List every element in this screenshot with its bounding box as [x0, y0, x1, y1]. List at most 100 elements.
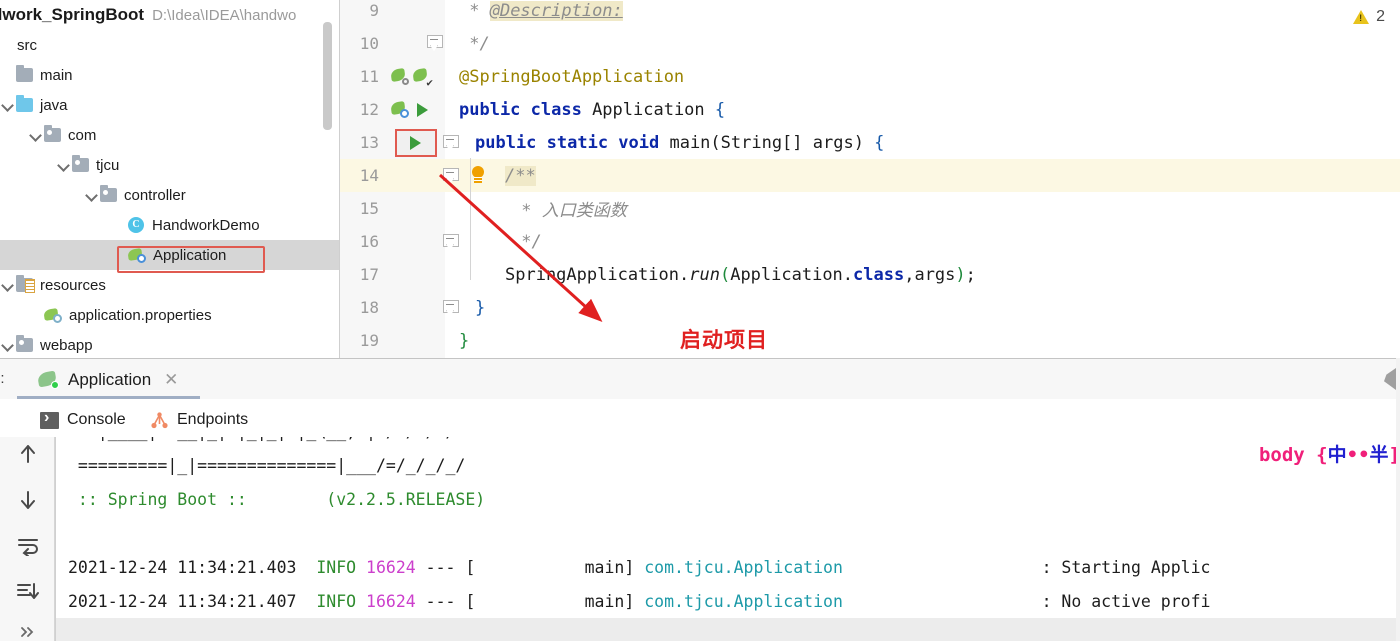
- spring-bean-search-icon[interactable]: [391, 68, 409, 86]
- chevron-down-icon[interactable]: [0, 337, 16, 353]
- console-line: 2021-12-24 11:34:21.407 INFO 16624 --- […: [68, 585, 1210, 619]
- gutter-slot[interactable]: [385, 159, 484, 192]
- run-tool-window: n: Application ✕ Console: [0, 358, 1400, 641]
- console-scrollbar[interactable]: [1396, 358, 1400, 641]
- gutter-slot[interactable]: [385, 27, 445, 60]
- code-line[interactable]: 13 public static void main(String[] args…: [340, 126, 1400, 159]
- console-segment-green: INFO: [316, 558, 357, 577]
- code-line[interactable]: 9 * @Description:: [340, 0, 1400, 27]
- tree-item-label: Application: [153, 246, 227, 264]
- package-folder-icon: [16, 335, 33, 352]
- project-title-row[interactable]: dwork_SpringBoot D:\Idea\IDEA\handwo: [0, 0, 340, 30]
- run-tab-bar: n: Application ✕: [0, 358, 1400, 399]
- tree-item-label: src: [17, 36, 37, 54]
- console-segment-plain: --- [ main]: [415, 592, 645, 611]
- tree-item-resources[interactable]: resources: [0, 270, 340, 300]
- console-line: |____| .__|_| |_|_| |_\__, | / / / /: [68, 437, 456, 449]
- gutter-slot[interactable]: [385, 258, 445, 291]
- gutter-slot[interactable]: [385, 93, 445, 126]
- code-line[interactable]: 18 }: [340, 291, 1400, 324]
- chevron-down-icon[interactable]: [56, 157, 72, 173]
- scroll-up-icon[interactable]: [0, 437, 55, 471]
- subtab-endpoints[interactable]: Endpoints: [150, 407, 248, 433]
- gutter-slot[interactable]: [385, 192, 445, 225]
- code-line[interactable]: 10 */: [340, 27, 1400, 60]
- code-description-tag: @Description:: [489, 0, 623, 21]
- spring-properties-icon: [44, 307, 62, 323]
- line-number: 9: [369, 1, 379, 21]
- project-tool-window[interactable]: dwork_SpringBoot D:\Idea\IDEA\handwo src…: [0, 0, 340, 358]
- fold-marker-icon[interactable]: [427, 35, 443, 52]
- close-icon[interactable]: ✕: [164, 370, 178, 390]
- watermark-overlay: body {中••半]: [1259, 440, 1400, 467]
- watermark-dots: ••: [1346, 444, 1370, 466]
- console-segment-plain: 2021-12-24 11:34:21.403: [68, 558, 317, 577]
- chevron-down-icon[interactable]: [0, 97, 16, 113]
- line-number: 15: [359, 199, 379, 219]
- code-brace: {: [714, 99, 726, 120]
- run-main-icon[interactable]: [410, 136, 421, 151]
- subtab-console[interactable]: Console: [40, 407, 126, 433]
- more-options-icon[interactable]: [0, 615, 55, 641]
- tree-item-label: resources: [40, 276, 106, 294]
- run-tab-label: Application: [68, 369, 152, 389]
- warning-count: 2: [1376, 8, 1385, 25]
- tree-item-label: controller: [124, 186, 186, 204]
- code-semicolon: ;: [965, 264, 976, 285]
- soft-wrap-icon[interactable]: [0, 529, 55, 563]
- gutter-slot[interactable]: [385, 291, 459, 324]
- watermark-body: body: [1258, 444, 1305, 466]
- code-line[interactable]: 15 * 入口类函数: [340, 192, 1400, 225]
- inspection-warning-badge[interactable]: 2: [1353, 8, 1385, 26]
- console-output[interactable]: |____| .__|_| |_|_| |_\__, | / / / / ===…: [56, 437, 1400, 641]
- tree-item-application[interactable]: Application: [0, 240, 340, 270]
- code-line-current[interactable]: 14 /**: [340, 159, 1400, 193]
- scroll-down-icon[interactable]: [0, 483, 55, 517]
- code-line[interactable]: 19 }: [340, 324, 1400, 357]
- fold-marker-icon[interactable]: [443, 135, 459, 152]
- gutter-slot[interactable]: [385, 324, 445, 357]
- top-area: dwork_SpringBoot D:\Idea\IDEA\handwo src…: [0, 0, 1400, 358]
- package-folder-icon: [100, 185, 117, 202]
- project-tree-scrollbar[interactable]: [323, 22, 332, 130]
- chevron-down-icon[interactable]: [28, 127, 44, 143]
- run-subtab-bar: Console Endpoints: [0, 399, 1400, 476]
- indent-guide: [470, 158, 471, 280]
- tree-item-src[interactable]: src: [0, 30, 340, 60]
- chevron-down-icon[interactable]: [84, 187, 100, 203]
- spring-boot-config-icon[interactable]: [391, 101, 409, 119]
- tree-item-main[interactable]: main: [0, 60, 340, 90]
- tree-item-com[interactable]: com: [0, 120, 340, 150]
- code-line[interactable]: 11 @SpringBootApplication: [340, 60, 1400, 93]
- tree-item-tjcu[interactable]: tjcu: [0, 150, 340, 180]
- spring-bean-check-icon[interactable]: [413, 68, 433, 88]
- code-line[interactable]: 16 */: [340, 225, 1400, 258]
- project-name: dwork_SpringBoot: [0, 5, 145, 24]
- tree-item-controller[interactable]: controller: [0, 180, 340, 210]
- code-editor[interactable]: 9 * @Description: 10 */ 11 @SpringBo: [340, 0, 1400, 358]
- watermark-cn1: 中: [1327, 444, 1347, 466]
- fold-marker-icon[interactable]: [443, 234, 459, 251]
- scroll-to-end-icon[interactable]: [0, 575, 55, 609]
- tree-item-handworkdemo[interactable]: C HandworkDemo: [0, 210, 340, 240]
- console-segment-plain: |____| .__|_| |_|_| |_\__, | / / / /: [68, 437, 456, 441]
- tree-item-java[interactable]: java: [0, 90, 340, 120]
- intention-bulb-icon[interactable]: [471, 166, 485, 184]
- gutter-slot[interactable]: [385, 60, 445, 93]
- fold-marker-icon[interactable]: [443, 168, 459, 185]
- fold-marker-icon[interactable]: [443, 300, 459, 317]
- watermark-cn2: 半: [1369, 444, 1389, 466]
- tree-item-webapp[interactable]: webapp: [0, 330, 340, 358]
- code-comment: /**: [505, 165, 536, 186]
- gutter-slot[interactable]: [385, 225, 459, 258]
- run-class-icon[interactable]: [417, 103, 428, 118]
- code-line[interactable]: 12 public class Application {: [340, 93, 1400, 126]
- chevron-down-icon[interactable]: [0, 277, 16, 293]
- run-tab-application[interactable]: Application ✕: [30, 359, 186, 400]
- gutter-slot[interactable]: [385, 0, 445, 27]
- code-line[interactable]: 17 SpringApplication.run(Application.cla…: [340, 258, 1400, 291]
- tree-item-application-properties[interactable]: application.properties: [0, 300, 340, 330]
- gutter-slot[interactable]: [385, 126, 459, 159]
